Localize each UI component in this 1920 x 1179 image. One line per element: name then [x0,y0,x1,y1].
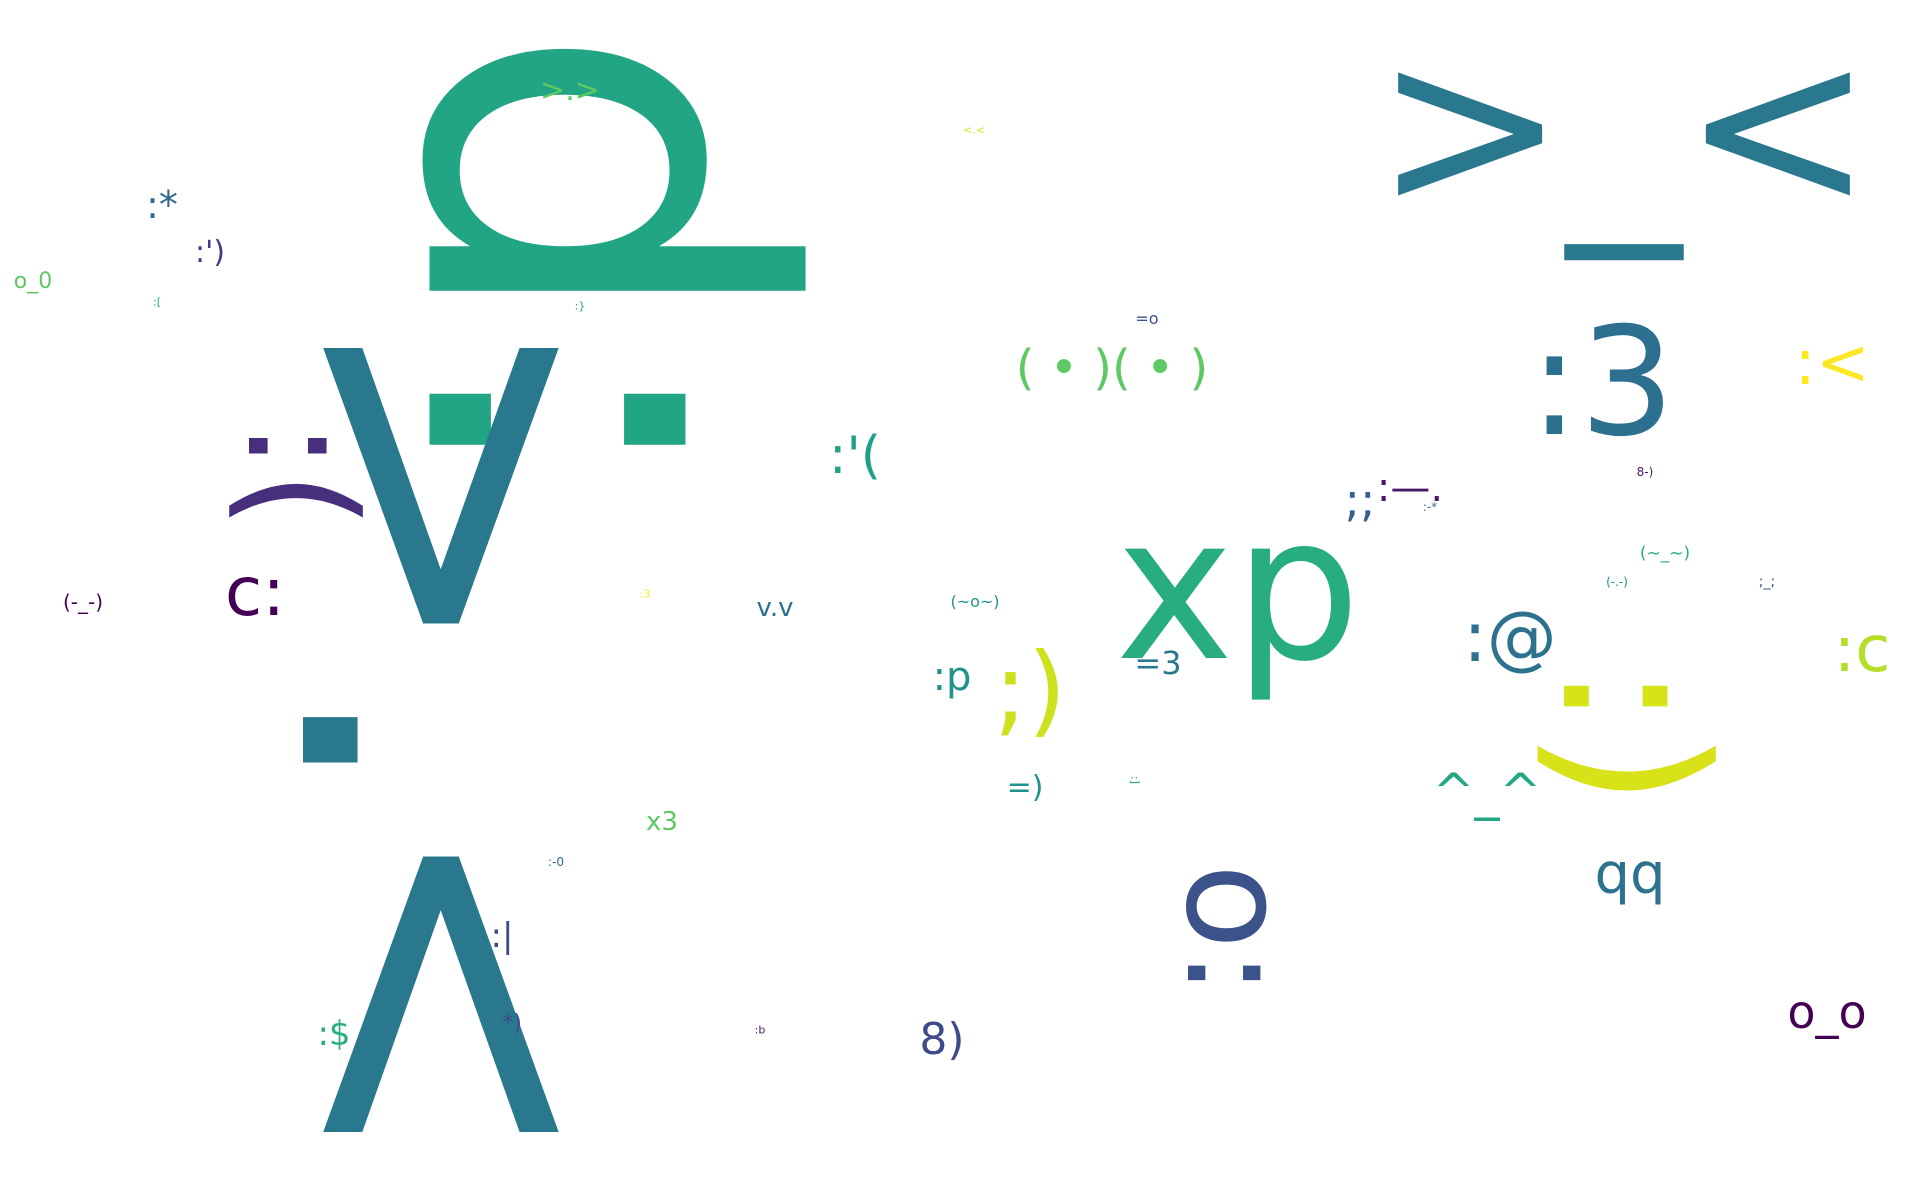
word-c-colon: c: [224,553,286,632]
word-lt-dot-lt: <.< [963,123,985,137]
word-colon-b: :b [754,1023,766,1037]
word-equals-o: =o [1135,309,1159,328]
word-wave-o: (~o~) [950,592,1000,611]
word-v-dot-v: v.v [756,593,794,623]
word-cloud: d: >.< >_< xp :3 :) :( o: c: ( • )( • ) … [0,0,1920,1179]
word-8-paren: 8) [919,1014,965,1065]
word-sleepy: (-_-) [62,590,104,614]
word-colon-bracket-close: :] [1128,776,1142,784]
word-o-0: o_0 [13,269,53,294]
word-colon-p: :p [932,654,972,700]
word-semicolon-paren: ;) [993,631,1067,748]
word-qq: qq [1594,842,1666,907]
word-o-o: o_o [1787,985,1867,1039]
word-colon-3-small: :3 [639,587,651,601]
word-8-dash-paren: 8-) [1636,465,1654,479]
word-o-dot-dot: o: [1154,863,1317,997]
word-colon-lt: :< [1794,326,1870,400]
word-colon-paren-open: :( [213,420,387,530]
word-colon-quote-paren-close: :') [194,235,226,270]
word-gt-underscore-lt: >_< [1373,0,1875,261]
word-colon-at: :@ [1463,596,1557,678]
word-colon-pipe: :| [490,916,514,956]
word-colon-star: :* [146,183,178,227]
word-colon-dash-0: :-0 [547,855,565,869]
word-colon-brace: :} [574,299,586,313]
word-colon-dollar: :$ [317,1014,351,1054]
word-equals-3: =3 [1134,644,1182,682]
word-caret-caret: ^_^ [1432,763,1542,821]
word-star-paren: *) [502,1011,522,1036]
word-colon-3: :3 [1529,296,1675,470]
word-colon-bracket: :[ [153,295,161,309]
word-dash-dot-dash: (-.-) [1606,575,1628,589]
word-colon-dash-star: :-* [1422,500,1438,514]
word-colon-quote-paren-open: :'( [828,426,882,486]
word-equals-paren: =) [1006,770,1044,805]
word-colon-c: :c [1833,613,1891,687]
word-x3: x3 [646,807,678,837]
word-semi-semi: ;; [1344,473,1376,527]
word-semi-underscore-semi: ;_; [1758,574,1776,590]
word-wave-underscore: (~_~) [1639,543,1691,564]
word-colon-paren-close: :) [1516,662,1749,808]
word-gt-dot-gt: >.> [540,73,600,108]
word-boobs: ( • )( • ) [1015,340,1209,396]
